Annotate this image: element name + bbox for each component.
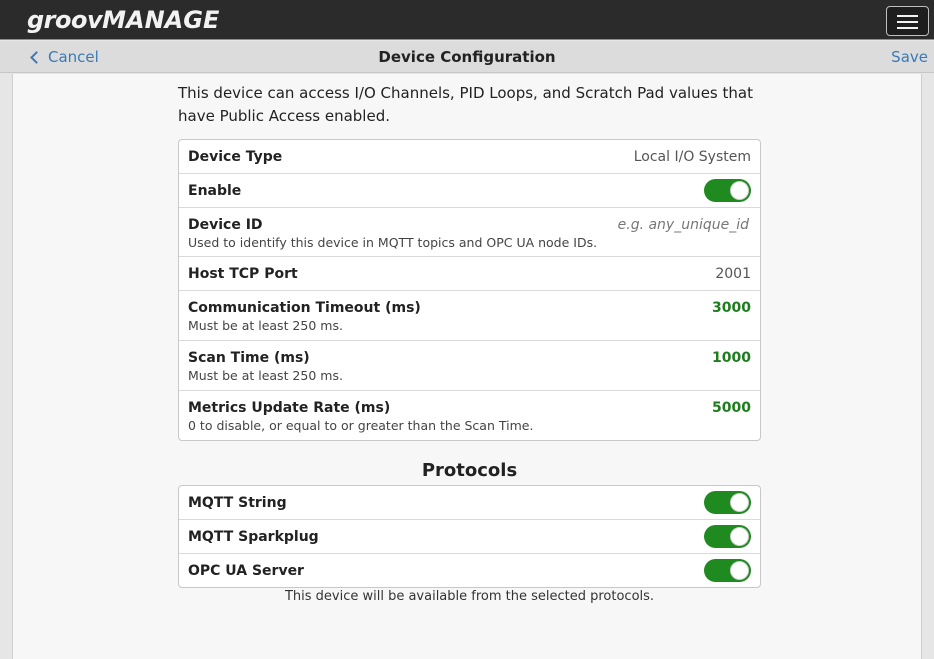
device-id-input[interactable]: e.g. any_unique_id — [618, 216, 749, 234]
opc-ua-server-toggle[interactable] — [704, 559, 751, 582]
mqtt-string-label: MQTT String — [188, 495, 287, 511]
nav-bar: Cancel Device Configuration Save — [0, 41, 934, 73]
page-title: Device Configuration — [378, 48, 556, 66]
device-id-row[interactable]: Device ID e.g. any_unique_id Used to ide… — [179, 208, 760, 257]
cancel-label: Cancel — [48, 48, 99, 66]
mqtt-sparkplug-label: MQTT Sparkplug — [188, 529, 319, 545]
scan-time-row[interactable]: Scan Time (ms) 1000 Must be at least 250… — [179, 341, 760, 391]
metrics-rate-label: Metrics Update Rate (ms) — [188, 400, 391, 416]
device-type-value: Local I/O System — [633, 149, 751, 165]
scan-time-help: Must be at least 250 ms. — [188, 368, 343, 383]
metrics-rate-row[interactable]: Metrics Update Rate (ms) 5000 0 to disab… — [179, 391, 760, 440]
device-type-label: Device Type — [188, 149, 283, 165]
toggle-knob — [730, 527, 749, 546]
device-type-row[interactable]: Device Type Local I/O System — [179, 140, 760, 174]
toggle-knob — [730, 561, 749, 580]
metrics-rate-help: 0 to disable, or equal to or greater tha… — [188, 418, 534, 433]
protocols-card: MQTT String MQTT Sparkplug OPC UA Server — [178, 485, 761, 588]
metrics-rate-value[interactable]: 5000 — [712, 399, 751, 417]
host-tcp-port-label: Host TCP Port — [188, 266, 298, 282]
protocol-row-opc-ua-server: OPC UA Server — [179, 554, 760, 587]
scan-time-value[interactable]: 1000 — [712, 349, 751, 367]
comm-timeout-row[interactable]: Communication Timeout (ms) 3000 Must be … — [179, 291, 760, 341]
comm-timeout-label: Communication Timeout (ms) — [188, 300, 421, 316]
host-tcp-port-value: 2001 — [715, 266, 751, 282]
cancel-button[interactable]: Cancel — [29, 47, 99, 67]
mqtt-sparkplug-toggle[interactable] — [704, 525, 751, 548]
top-bar: groovMANAGE — [0, 0, 934, 40]
enable-row: Enable — [179, 174, 760, 208]
groov-manage-logo: groovMANAGE — [27, 6, 220, 34]
host-tcp-port-row[interactable]: Host TCP Port 2001 — [179, 257, 760, 291]
hamburger-menu-icon — [897, 15, 918, 17]
enable-toggle[interactable] — [704, 179, 751, 202]
chevron-left-icon — [30, 50, 43, 64]
protocol-row-mqtt-string: MQTT String — [179, 486, 760, 520]
toggle-knob — [730, 181, 749, 200]
protocols-footnote: This device will be available from the s… — [284, 589, 655, 604]
toggle-knob — [730, 493, 749, 512]
opc-ua-server-label: OPC UA Server — [188, 563, 304, 579]
device-id-label: Device ID — [188, 217, 263, 233]
protocols-heading: Protocols — [421, 460, 518, 481]
device-id-help: Used to identify this device in MQTT top… — [188, 235, 598, 250]
mqtt-string-toggle[interactable] — [704, 491, 751, 514]
comm-timeout-help: Must be at least 250 ms. — [188, 318, 343, 333]
scan-time-label: Scan Time (ms) — [188, 350, 310, 366]
device-settings-card: Device Type Local I/O System Enable Devi… — [178, 139, 761, 441]
protocol-row-mqtt-sparkplug: MQTT Sparkplug — [179, 520, 760, 554]
save-button[interactable]: Save — [891, 47, 928, 67]
enable-label: Enable — [188, 183, 242, 199]
comm-timeout-value[interactable]: 3000 — [712, 299, 751, 317]
intro-text: This device can access I/O Channels, PID… — [178, 84, 753, 125]
hamburger-menu-button[interactable] — [886, 6, 929, 36]
